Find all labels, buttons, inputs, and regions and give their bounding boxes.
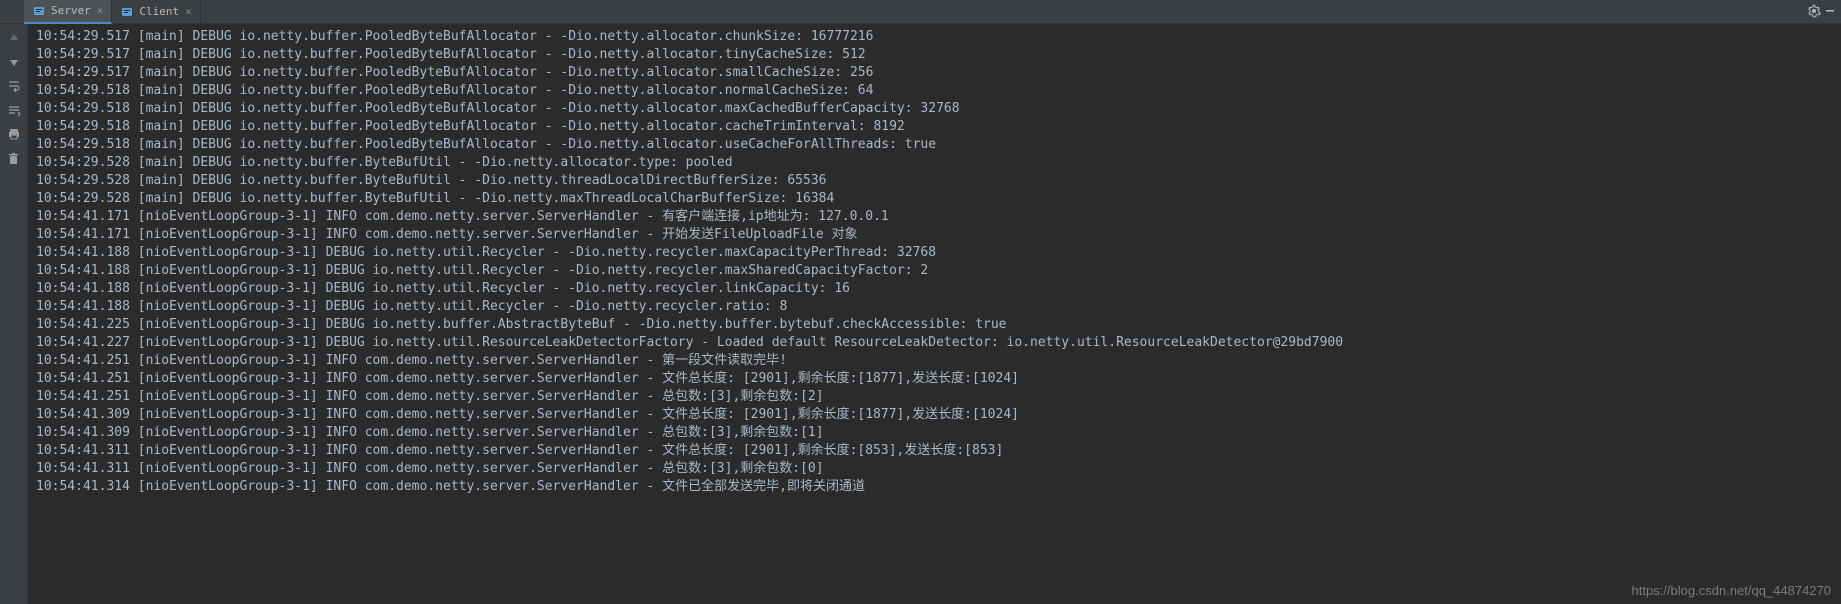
console-line: 10:54:41.251 [nioEventLoopGroup-3-1] INF… [36, 352, 1833, 370]
tab-bar: Server × Client × [0, 0, 1841, 24]
gear-icon[interactable] [1807, 4, 1821, 21]
trash-icon[interactable] [6, 150, 22, 166]
scroll-down-icon[interactable] [6, 54, 22, 70]
soft-wrap-icon[interactable] [6, 78, 22, 94]
console-line: 10:54:41.251 [nioEventLoopGroup-3-1] INF… [36, 370, 1833, 388]
print-icon[interactable] [6, 126, 22, 142]
console-line: 10:54:29.518 [main] DEBUG io.netty.buffe… [36, 82, 1833, 100]
console-line: 10:54:41.227 [nioEventLoopGroup-3-1] DEB… [36, 334, 1833, 352]
console-line: 10:54:41.309 [nioEventLoopGroup-3-1] INF… [36, 424, 1833, 442]
scroll-up-icon[interactable] [6, 30, 22, 46]
console-line: 10:54:41.311 [nioEventLoopGroup-3-1] INF… [36, 460, 1833, 478]
console-line: 10:54:29.517 [main] DEBUG io.netty.buffe… [36, 46, 1833, 64]
console-output[interactable]: 10:54:29.517 [main] DEBUG io.netty.buffe… [28, 24, 1841, 604]
console-line: 10:54:41.188 [nioEventLoopGroup-3-1] DEB… [36, 244, 1833, 262]
console-line: 10:54:41.188 [nioEventLoopGroup-3-1] DEB… [36, 280, 1833, 298]
close-icon[interactable]: × [97, 4, 104, 17]
minimize-icon[interactable] [1823, 4, 1837, 21]
tab-label: Client [139, 5, 179, 18]
main-area: 10:54:29.517 [main] DEBUG io.netty.buffe… [0, 24, 1841, 604]
console-line: 10:54:29.528 [main] DEBUG io.netty.buffe… [36, 172, 1833, 190]
scroll-to-end-icon[interactable] [6, 102, 22, 118]
console-line: 10:54:41.188 [nioEventLoopGroup-3-1] DEB… [36, 298, 1833, 316]
console-line: 10:54:29.517 [main] DEBUG io.netty.buffe… [36, 64, 1833, 82]
console-line: 10:54:29.528 [main] DEBUG io.netty.buffe… [36, 154, 1833, 172]
console-line: 10:54:41.225 [nioEventLoopGroup-3-1] DEB… [36, 316, 1833, 334]
console-line: 10:54:41.314 [nioEventLoopGroup-3-1] INF… [36, 478, 1833, 496]
console-line: 10:54:29.518 [main] DEBUG io.netty.buffe… [36, 100, 1833, 118]
run-config-icon [120, 5, 134, 19]
console-line: 10:54:41.171 [nioEventLoopGroup-3-1] INF… [36, 226, 1833, 244]
console-line: 10:54:29.528 [main] DEBUG io.netty.buffe… [36, 190, 1833, 208]
console-line: 10:54:41.311 [nioEventLoopGroup-3-1] INF… [36, 442, 1833, 460]
close-icon[interactable]: × [185, 5, 192, 18]
tab-server[interactable]: Server × [24, 0, 112, 24]
console-line: 10:54:29.517 [main] DEBUG io.netty.buffe… [36, 28, 1833, 46]
watermark: https://blog.csdn.net/qq_44874270 [1632, 583, 1832, 598]
console-line: 10:54:29.518 [main] DEBUG io.netty.buffe… [36, 136, 1833, 154]
console-line: 10:54:41.171 [nioEventLoopGroup-3-1] INF… [36, 208, 1833, 226]
tab-client[interactable]: Client × [112, 0, 200, 24]
console-line: 10:54:41.251 [nioEventLoopGroup-3-1] INF… [36, 388, 1833, 406]
run-config-icon [32, 4, 46, 18]
tab-label: Server [51, 4, 91, 17]
console-line: 10:54:41.309 [nioEventLoopGroup-3-1] INF… [36, 406, 1833, 424]
gutter [0, 24, 28, 604]
console-line: 10:54:29.518 [main] DEBUG io.netty.buffe… [36, 118, 1833, 136]
console-line: 10:54:41.188 [nioEventLoopGroup-3-1] DEB… [36, 262, 1833, 280]
